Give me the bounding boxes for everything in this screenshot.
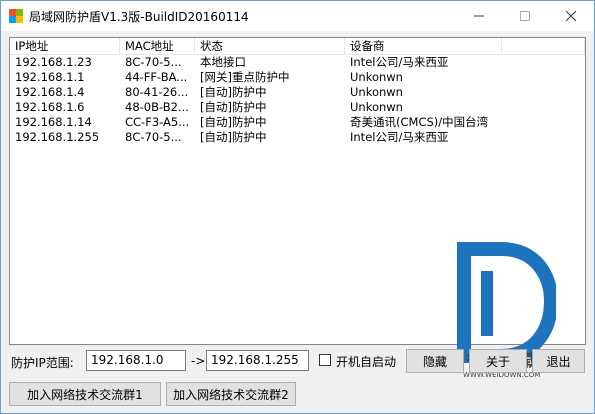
minimize-button[interactable] <box>456 1 502 31</box>
close-icon <box>566 11 576 21</box>
cell-status: [自动]防护中 <box>200 115 267 129</box>
cell-mac: 8C-70-5... <box>125 55 182 69</box>
title-bar[interactable]: 局域网防护盾V1.3版-BuildID20160114 <box>1 1 594 31</box>
cell-mac: CC-F3-A5... <box>125 115 190 129</box>
cell-status: [网关]重点防护中 <box>200 70 290 84</box>
table-row[interactable]: 192.168.1.4 80-41-26... [自动]防护中 Unkonwn <box>10 85 585 100</box>
exit-button[interactable]: 退出 <box>532 349 585 373</box>
column-header-ip[interactable]: IP地址 <box>10 38 120 54</box>
cell-vendor: Intel公司/马来西亚 <box>350 130 449 144</box>
cell-ip: 192.168.1.6 <box>15 100 85 114</box>
cell-ip: 192.168.1.1 <box>15 70 85 84</box>
range-arrow: -> <box>191 354 206 368</box>
cell-status: 本地接口 <box>200 55 246 69</box>
cell-status: [自动]防护中 <box>200 100 267 114</box>
cell-vendor: Unkonwn <box>350 85 403 99</box>
cell-vendor: Intel公司/马来西亚 <box>350 55 449 69</box>
cell-ip: 192.168.1.14 <box>15 115 92 129</box>
cell-ip: 192.168.1.255 <box>15 130 100 144</box>
table-row[interactable]: 192.168.1.6 48-0B-B2... [自动]防护中 Unkonwn <box>10 100 585 115</box>
table-row[interactable]: 192.168.1.23 8C-70-5... 本地接口 Intel公司/马来西… <box>10 55 585 70</box>
column-header-status[interactable]: 状态 <box>195 38 345 54</box>
maximize-button[interactable] <box>502 1 548 31</box>
ip-range-label: 防护IP范围: <box>11 356 74 370</box>
cell-mac: 80-41-26... <box>125 85 189 99</box>
column-header-empty[interactable] <box>502 38 585 54</box>
cell-status: [自动]防护中 <box>200 85 267 99</box>
cell-mac: 8C-70-5... <box>125 130 182 144</box>
about-button[interactable]: 关于 <box>469 349 527 373</box>
list-body: 192.168.1.23 8C-70-5... 本地接口 Intel公司/马来西… <box>10 55 585 145</box>
cell-vendor: Unkonwn <box>350 70 403 84</box>
join-group-1-button[interactable]: 加入网络技术交流群1 <box>9 382 161 406</box>
cell-ip: 192.168.1.4 <box>15 85 85 99</box>
autostart-label[interactable]: 开机自启动 <box>336 353 396 370</box>
maximize-icon <box>520 11 530 21</box>
table-row[interactable]: 192.168.1.14 CC-F3-A5... [自动]防护中 奇美通讯(CM… <box>10 115 585 130</box>
cell-mac: 48-0B-B2... <box>125 100 189 114</box>
hide-button[interactable]: 隐藏 <box>406 349 464 373</box>
ip-start-input[interactable]: 192.168.1.0 <box>86 350 186 371</box>
table-row[interactable]: 192.168.1.255 8C-70-5... [自动]防护中 Intel公司… <box>10 130 585 145</box>
ip-end-input[interactable]: 192.168.1.255 <box>206 350 309 371</box>
join-group-2-button[interactable]: 加入网络技术交流群2 <box>166 382 296 406</box>
cell-vendor: 奇美通讯(CMCS)/中国台湾 <box>350 115 489 129</box>
column-header-mac[interactable]: MAC地址 <box>120 38 195 54</box>
autostart-checkbox[interactable] <box>319 354 331 366</box>
close-button[interactable] <box>548 1 594 31</box>
minimize-icon <box>474 15 484 17</box>
cell-vendor: Unkonwn <box>350 100 403 114</box>
list-header: IP地址 MAC地址 状态 设备商 <box>10 38 585 55</box>
shield-icon <box>9 9 23 23</box>
cell-mac: 44-FF-BA... <box>125 70 188 84</box>
window-title: 局域网防护盾V1.3版-BuildID20160114 <box>29 10 249 24</box>
app-window: 局域网防护盾V1.3版-BuildID20160114 IP地址 MAC地址 状… <box>0 0 595 414</box>
column-header-vendor[interactable]: 设备商 <box>345 38 502 54</box>
cell-status: [自动]防护中 <box>200 130 267 144</box>
cell-ip: 192.168.1.23 <box>15 55 92 69</box>
table-row[interactable]: 192.168.1.1 44-FF-BA... [网关]重点防护中 Unkonw… <box>10 70 585 85</box>
